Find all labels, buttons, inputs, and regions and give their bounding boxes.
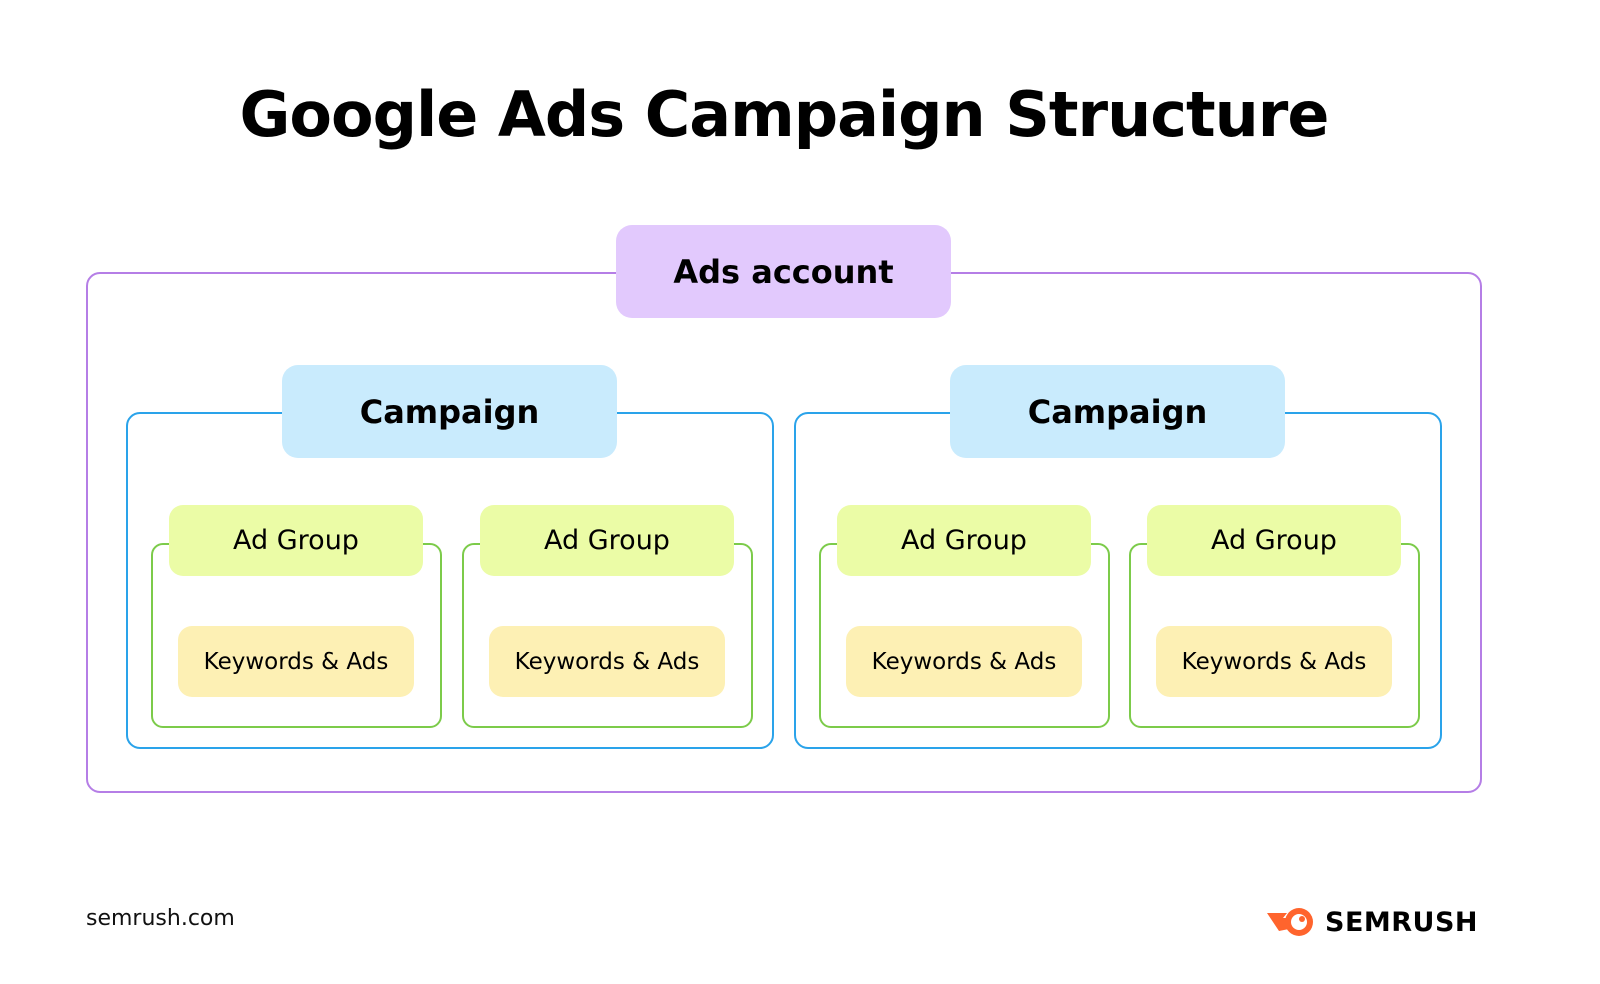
footer-url: semrush.com [86, 906, 235, 931]
ads-account-node: Ads account [616, 225, 951, 318]
campaign-node: Campaign [950, 365, 1285, 458]
ad-group-node: Ad Group [837, 505, 1091, 576]
ad-group-node: Ad Group [1147, 505, 1401, 576]
diagram-title: Google Ads Campaign Structure [239, 78, 1330, 151]
keywords-ads-node: Keywords & Ads [846, 626, 1082, 697]
semrush-logo: SEMRUSH [1265, 905, 1478, 939]
keywords-ads-node: Keywords & Ads [1156, 626, 1392, 697]
ad-group-node: Ad Group [169, 505, 423, 576]
ad-group-node: Ad Group [480, 505, 734, 576]
semrush-fireball-icon [1267, 908, 1313, 936]
semrush-brand-name: SEMRUSH [1325, 906, 1479, 938]
keywords-ads-node: Keywords & Ads [178, 626, 414, 697]
campaign-node: Campaign [282, 365, 617, 458]
keywords-ads-node: Keywords & Ads [489, 626, 725, 697]
